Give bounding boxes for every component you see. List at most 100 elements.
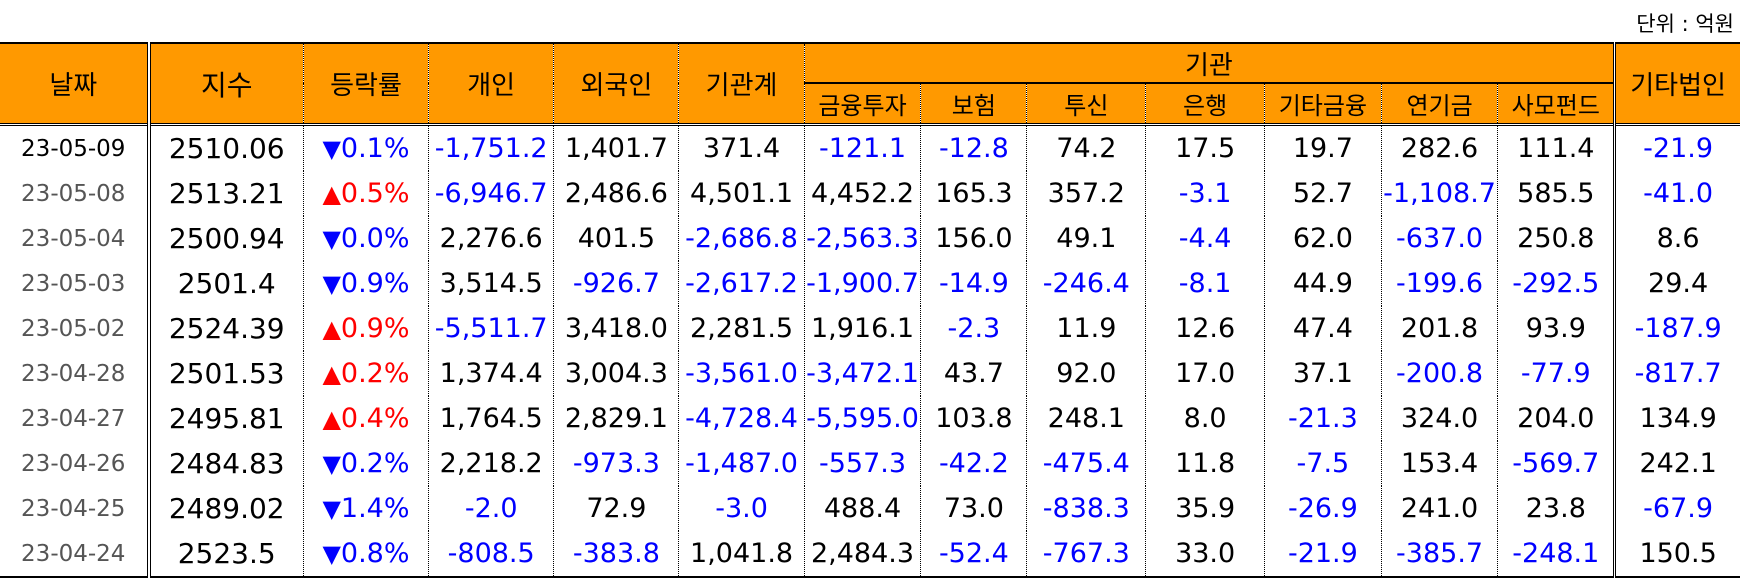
cell-other-corp: -21.9 — [1613, 123, 1740, 171]
down-triangle-icon: ▼ — [322, 270, 341, 298]
cell-individual: -6,946.7 — [428, 171, 555, 216]
cell-private-fund: -77.9 — [1497, 351, 1616, 396]
cell-institution-total: 2,281.5 — [678, 306, 805, 351]
cell-bank: 11.8 — [1145, 441, 1266, 486]
cell-institution-total: 371.4 — [678, 123, 805, 171]
cell-bank: 12.6 — [1145, 306, 1266, 351]
cell-institution-total: -3.0 — [678, 486, 805, 531]
cell-other-corp: -187.9 — [1613, 306, 1740, 351]
cell-change: ▼1.4% — [302, 486, 430, 531]
cell-other-finance: 37.1 — [1264, 351, 1382, 396]
cell-individual: -2.0 — [428, 486, 555, 531]
header-bank: 은행 — [1145, 82, 1266, 126]
cell-pension: 153.4 — [1380, 441, 1499, 486]
cell-other-corp: 134.9 — [1613, 396, 1740, 441]
cell-private-fund: 585.5 — [1497, 171, 1616, 216]
cell-investment-trust: -838.3 — [1026, 486, 1147, 531]
cell-institution-total: 4,501.1 — [678, 171, 805, 216]
cell-change: ▲0.5% — [302, 171, 430, 216]
cell-individual: 2,276.6 — [428, 216, 555, 261]
cell-other-finance: 19.7 — [1264, 123, 1382, 171]
cell-date: 23-05-09 — [0, 123, 151, 171]
cell-change: ▼0.8% — [302, 531, 430, 578]
cell-institution-total: -2,617.2 — [678, 261, 805, 306]
cell-bank: 17.5 — [1145, 123, 1266, 171]
cell-bank: 17.0 — [1145, 351, 1266, 396]
header-foreign: 외국인 — [553, 42, 680, 126]
cell-change: ▲0.4% — [302, 396, 430, 441]
cell-index: 2501.53 — [148, 351, 304, 396]
cell-individual: -808.5 — [428, 531, 555, 578]
cell-index: 2489.02 — [148, 486, 304, 531]
cell-financial-investment: 2,484.3 — [803, 531, 922, 578]
cell-individual: 2,218.2 — [428, 441, 555, 486]
cell-pension: -200.8 — [1380, 351, 1499, 396]
up-triangle-icon: ▲ — [322, 180, 341, 208]
cell-other-finance: -21.3 — [1264, 396, 1382, 441]
change-value: 0.4% — [340, 403, 410, 434]
cell-date: 23-05-03 — [0, 261, 151, 306]
header-private-fund: 사모펀드 — [1497, 82, 1616, 126]
cell-other-finance: 47.4 — [1264, 306, 1382, 351]
cell-investment-trust: -767.3 — [1026, 531, 1147, 578]
cell-other-corp: 242.1 — [1613, 441, 1740, 486]
cell-individual: 3,514.5 — [428, 261, 555, 306]
cell-private-fund: 204.0 — [1497, 396, 1616, 441]
cell-other-corp: 150.5 — [1613, 531, 1740, 578]
cell-foreign: 2,829.1 — [553, 396, 680, 441]
cell-private-fund: 111.4 — [1497, 123, 1616, 171]
cell-insurance: -52.4 — [920, 531, 1028, 578]
table-row: 23-05-04 2500.94 ▼0.0% 2,276.6 401.5 -2,686.8… — [0, 216, 1740, 261]
cell-other-corp: 29.4 — [1613, 261, 1740, 306]
cell-financial-investment: 4,452.2 — [803, 171, 922, 216]
cell-index: 2513.21 — [148, 171, 304, 216]
cell-investment-trust: 74.2 — [1026, 123, 1147, 171]
cell-financial-investment: -5,595.0 — [803, 396, 922, 441]
cell-date: 23-05-02 — [0, 306, 151, 351]
cell-bank: -4.4 — [1145, 216, 1266, 261]
cell-financial-investment: 1,916.1 — [803, 306, 922, 351]
cell-private-fund: -292.5 — [1497, 261, 1616, 306]
cell-institution-total: 1,041.8 — [678, 531, 805, 578]
cell-bank: 33.0 — [1145, 531, 1266, 578]
change-value: 0.1% — [340, 133, 410, 164]
cell-other-corp: -41.0 — [1613, 171, 1740, 216]
cell-other-corp: -817.7 — [1613, 351, 1740, 396]
cell-change: ▼0.2% — [302, 441, 430, 486]
change-value: 0.8% — [340, 538, 410, 569]
cell-institution-total: -1,487.0 — [678, 441, 805, 486]
cell-other-finance: -7.5 — [1264, 441, 1382, 486]
header-other-corp: 기타법인 — [1613, 42, 1740, 126]
header-individual: 개인 — [428, 42, 555, 126]
cell-foreign: -926.7 — [553, 261, 680, 306]
cell-other-corp: -67.9 — [1613, 486, 1740, 531]
cell-foreign: -383.8 — [553, 531, 680, 578]
header-other-finance: 기타금융 — [1264, 82, 1382, 126]
cell-financial-investment: 488.4 — [803, 486, 922, 531]
cell-change: ▲0.2% — [302, 351, 430, 396]
cell-date: 23-04-24 — [0, 531, 151, 578]
cell-pension: 201.8 — [1380, 306, 1499, 351]
cell-pension: 241.0 — [1380, 486, 1499, 531]
cell-pension: -385.7 — [1380, 531, 1499, 578]
cell-institution-total: -4,728.4 — [678, 396, 805, 441]
cell-investment-trust: 92.0 — [1026, 351, 1147, 396]
cell-investment-trust: 49.1 — [1026, 216, 1147, 261]
cell-pension: -1,108.7 — [1380, 171, 1499, 216]
cell-financial-investment: -121.1 — [803, 123, 922, 171]
table-row: 23-04-28 2501.53 ▲0.2% 1,374.4 3,004.3 -3,561… — [0, 351, 1740, 396]
table-row: 23-04-24 2523.5 ▼0.8% -808.5 -383.8 1,041.8 2,… — [0, 531, 1740, 578]
cell-pension: -637.0 — [1380, 216, 1499, 261]
cell-insurance: 165.3 — [920, 171, 1028, 216]
cell-foreign: -973.3 — [553, 441, 680, 486]
cell-foreign: 72.9 — [553, 486, 680, 531]
table-row: 23-05-02 2524.39 ▲0.9% -5,511.7 3,418.0 2,281… — [0, 306, 1740, 351]
up-triangle-icon: ▲ — [322, 405, 341, 433]
cell-financial-investment: -1,900.7 — [803, 261, 922, 306]
table-row: 23-04-26 2484.83 ▼0.2% 2,218.2 -973.3 -1,487.… — [0, 441, 1740, 486]
cell-individual: 1,764.5 — [428, 396, 555, 441]
cell-index: 2510.06 — [148, 123, 304, 171]
down-triangle-icon: ▼ — [322, 135, 341, 163]
down-triangle-icon: ▼ — [322, 450, 341, 478]
header-change: 등락률 — [302, 42, 430, 126]
